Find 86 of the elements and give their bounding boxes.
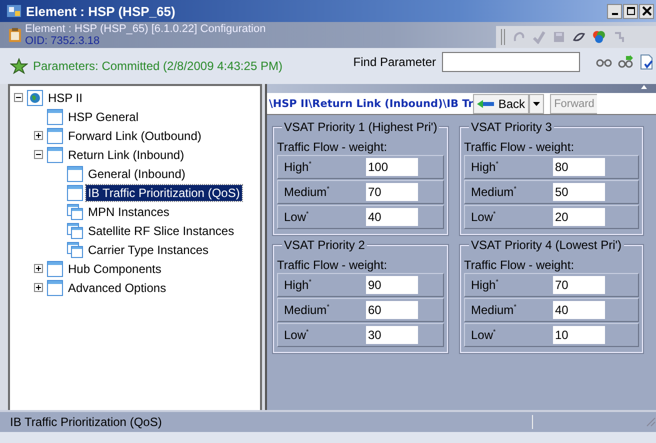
maximize-button[interactable] bbox=[623, 4, 638, 18]
tree-item[interactable]: General (Inbound) bbox=[86, 166, 188, 182]
find-next-icon[interactable] bbox=[618, 55, 634, 69]
input-field[interactable]: 40 bbox=[553, 301, 605, 319]
tree-item[interactable]: IB Traffic Prioritization (QoS) bbox=[86, 184, 242, 200]
caret-icon bbox=[533, 102, 540, 106]
windows-icon bbox=[67, 242, 83, 258]
group-title: VSAT Priority 1 (Highest Pri') bbox=[282, 120, 440, 134]
tree-item[interactable]: HSP General bbox=[66, 108, 140, 124]
input-field[interactable]: 50 bbox=[553, 183, 605, 201]
expand-icon[interactable] bbox=[34, 131, 43, 140]
field-label: High$^{*}$ bbox=[471, 160, 500, 174]
circles-icon[interactable] bbox=[592, 30, 606, 44]
star-icon bbox=[10, 58, 28, 74]
field-label: High$^{*}$ bbox=[471, 278, 500, 292]
input-field[interactable]: 80 bbox=[553, 158, 605, 176]
window-title: Element : HSP (HSP_65) bbox=[26, 4, 176, 18]
window-icon bbox=[47, 280, 63, 296]
tree-item[interactable]: Advanced Options bbox=[66, 280, 168, 296]
close-button[interactable] bbox=[639, 4, 654, 18]
field-label: Medium$^{*}$ bbox=[284, 303, 330, 317]
dropdown-button[interactable] bbox=[529, 94, 544, 114]
group-subtitle: Traffic Flow - weight: bbox=[277, 258, 388, 272]
input-field[interactable]: 40 bbox=[366, 208, 418, 226]
field-label: Medium$^{*}$ bbox=[471, 185, 518, 199]
field-label: Low$^{*}$ bbox=[284, 210, 310, 224]
windows-icon bbox=[67, 222, 83, 238]
input-field[interactable]: 10 bbox=[553, 326, 605, 344]
back-button[interactable]: Back bbox=[473, 94, 530, 114]
status-text: IB Traffic Prioritization (QoS) bbox=[0, 415, 533, 429]
tree-item[interactable]: Forward Link (Outbound) bbox=[66, 128, 204, 144]
group-subtitle: Traffic Flow - weight: bbox=[277, 140, 388, 154]
field-label: High$^{*}$ bbox=[284, 278, 312, 292]
window-icon bbox=[47, 146, 63, 162]
find-label: Find Parameter bbox=[353, 55, 436, 69]
minimize-icon bbox=[612, 13, 618, 15]
window-icon bbox=[47, 260, 63, 276]
field-label: Low$^{*}$ bbox=[284, 328, 310, 342]
tree-item[interactable]: Return Link (Inbound) bbox=[66, 146, 186, 162]
tree-item[interactable]: Hub Components bbox=[66, 260, 164, 276]
globe-icon bbox=[27, 90, 43, 106]
input-field[interactable]: 70 bbox=[553, 276, 605, 294]
input-field[interactable]: 100 bbox=[366, 158, 418, 176]
group-title: VSAT Priority 4 (Lowest Pri') bbox=[469, 238, 624, 252]
tree-item[interactable]: HSP II bbox=[46, 90, 84, 106]
input-field[interactable]: 90 bbox=[366, 276, 418, 294]
app-icon bbox=[6, 3, 22, 19]
parameters-status: Parameters: Committed (2/8/2009 4:43:25 PM) bbox=[33, 59, 284, 73]
close-icon bbox=[642, 6, 652, 16]
expand-icon[interactable] bbox=[34, 264, 43, 273]
input-field[interactable]: 20 bbox=[553, 208, 605, 226]
group-title: VSAT Priority 3 bbox=[469, 120, 554, 134]
collapse-icon[interactable] bbox=[14, 93, 23, 102]
window-icon bbox=[67, 184, 83, 200]
check-icon[interactable] bbox=[532, 30, 546, 44]
window-icon bbox=[67, 166, 83, 182]
breadcrumb-path: \HSP II\Return Link (Inbound)\IB Tr bbox=[268, 98, 474, 110]
group-subtitle: Traffic Flow - weight: bbox=[464, 258, 576, 272]
field-label: Low$^{*}$ bbox=[471, 328, 497, 342]
document-check-icon[interactable] bbox=[640, 54, 654, 70]
configuration-title: Element : HSP (HSP_65) [6.1.0.22] Configuration bbox=[25, 23, 267, 35]
clipboard-icon bbox=[8, 27, 22, 43]
resize-grip-icon bbox=[646, 417, 656, 427]
field-label: Low$^{*}$ bbox=[471, 210, 497, 224]
find-parameter-field[interactable] bbox=[442, 52, 580, 72]
window-icon bbox=[47, 128, 63, 144]
oid-text: OID: 7352.3.18 bbox=[25, 35, 101, 47]
window-icon bbox=[47, 108, 63, 124]
input-field[interactable]: 60 bbox=[366, 301, 418, 319]
collapse-icon[interactable] bbox=[34, 150, 43, 159]
input-field[interactable]: 70 bbox=[366, 183, 418, 201]
arrow-icon bbox=[477, 100, 496, 108]
grip-icon bbox=[500, 28, 506, 46]
maximize-icon bbox=[626, 6, 636, 16]
group-subtitle: Traffic Flow - weight: bbox=[464, 140, 576, 154]
group-title: VSAT Priority 2 bbox=[282, 238, 367, 252]
windows-icon bbox=[67, 204, 83, 220]
field-label: Medium$^{*}$ bbox=[284, 185, 330, 199]
tree-item[interactable]: MPN Instances bbox=[86, 204, 172, 220]
tree-item[interactable]: Carrier Type Instances bbox=[86, 242, 210, 258]
minimize-button[interactable] bbox=[607, 4, 622, 18]
field-label: Medium$^{*}$ bbox=[471, 303, 518, 317]
field-label: High$^{*}$ bbox=[284, 160, 312, 174]
expand-icon[interactable] bbox=[34, 283, 43, 292]
input-field[interactable]: 30 bbox=[366, 326, 418, 344]
tree-item[interactable]: Satellite RF Slice Instances bbox=[86, 222, 236, 238]
